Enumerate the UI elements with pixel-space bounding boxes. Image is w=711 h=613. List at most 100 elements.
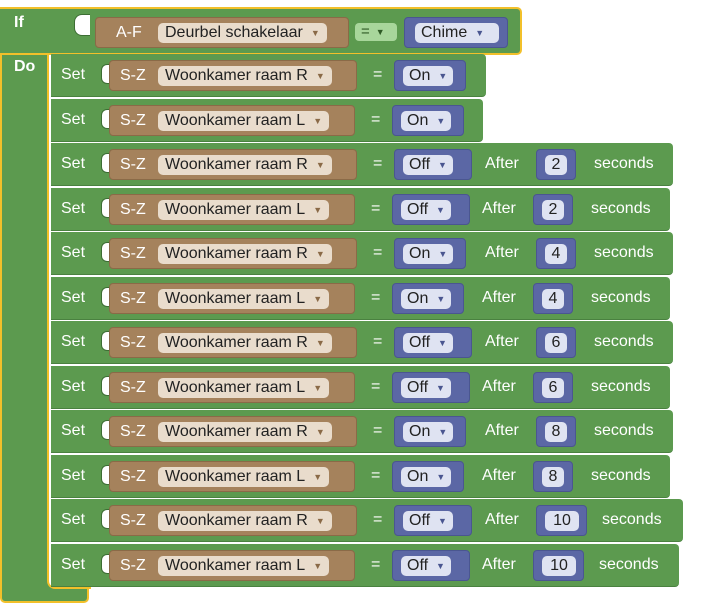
device-dropdown[interactable]: Woonkamer raam L ▼ xyxy=(158,378,330,398)
state-block[interactable]: On ▼ xyxy=(394,416,466,447)
device-dropdown[interactable]: Woonkamer raam R ▼ xyxy=(158,244,332,264)
set-block[interactable]: Set S-Z Woonkamer raam L ▼ = Off ▼ After 1… xyxy=(51,544,679,587)
device-block[interactable]: S-Z Woonkamer raam R ▼ xyxy=(109,416,357,447)
state-dropdown[interactable]: On ▼ xyxy=(401,467,452,487)
device-block[interactable]: S-Z Woonkamer raam L ▼ xyxy=(109,550,355,581)
set-block[interactable]: Set S-Z Woonkamer raam L ▼ = On ▼ After 4 … xyxy=(51,277,670,320)
state-block[interactable]: Off ▼ xyxy=(392,372,470,403)
state-block[interactable]: Off ▼ xyxy=(392,550,470,581)
state-block[interactable]: Off ▼ xyxy=(394,505,472,536)
set-block[interactable]: Set S-Z Woonkamer raam R ▼ = On ▼ xyxy=(51,54,486,97)
device-dropdown[interactable]: Woonkamer raam R ▼ xyxy=(158,422,332,442)
device-dropdown[interactable]: Woonkamer raam R ▼ xyxy=(158,511,332,531)
chevron-down-icon: ▼ xyxy=(438,160,447,170)
state-value: Off xyxy=(409,334,431,352)
after-keyword: After xyxy=(485,333,519,350)
delay-block[interactable]: 4 xyxy=(536,238,576,269)
set-block[interactable]: Set S-Z Woonkamer raam R ▼ = Off ▼ After 2… xyxy=(51,143,673,186)
device-dropdown[interactable]: Woonkamer raam L ▼ xyxy=(158,200,330,220)
device-dropdown[interactable]: Woonkamer raam R ▼ xyxy=(158,333,332,353)
set-block[interactable]: Set S-Z Woonkamer raam R ▼ = Off ▼ After 6… xyxy=(51,321,673,364)
device-dropdown[interactable]: Woonkamer raam L ▼ xyxy=(158,467,330,487)
set-block[interactable]: Set S-Z Woonkamer raam L ▼ = On ▼ xyxy=(51,99,483,142)
delay-input[interactable]: 4 xyxy=(545,244,567,264)
chevron-down-icon: ▼ xyxy=(315,427,325,437)
delay-input[interactable]: 6 xyxy=(545,333,567,353)
state-block[interactable]: Off ▼ xyxy=(394,327,472,358)
delay-input[interactable]: 2 xyxy=(542,200,564,220)
delay-block[interactable]: 10 xyxy=(533,550,584,581)
state-dropdown[interactable]: On ▼ xyxy=(403,422,454,442)
device-dropdown[interactable]: Woonkamer raam L ▼ xyxy=(158,111,330,131)
state-dropdown[interactable]: On ▼ xyxy=(403,244,454,264)
device-block[interactable]: S-Z Woonkamer raam L ▼ xyxy=(109,194,355,225)
set-block[interactable]: Set S-Z Woonkamer raam L ▼ = Off ▼ After 2… xyxy=(51,188,670,231)
delay-input[interactable]: 10 xyxy=(542,556,576,576)
delay-block[interactable]: 2 xyxy=(536,149,576,180)
delay-input[interactable]: 10 xyxy=(545,511,579,531)
device-name: Woonkamer raam R xyxy=(165,67,308,85)
device-name: Woonkamer raam L xyxy=(165,112,306,130)
state-dropdown[interactable]: Off ▼ xyxy=(403,511,453,531)
state-dropdown[interactable]: On ▼ xyxy=(401,111,452,131)
set-block[interactable]: Set S-Z Woonkamer raam L ▼ = On ▼ After 8 … xyxy=(51,455,670,498)
state-block[interactable]: On ▼ xyxy=(392,105,464,136)
delay-block[interactable]: 4 xyxy=(533,283,573,314)
state-dropdown[interactable]: Off ▼ xyxy=(403,333,453,353)
set-block[interactable]: Set S-Z Woonkamer raam L ▼ = Off ▼ After 6… xyxy=(51,366,670,409)
state-block[interactable]: On ▼ xyxy=(394,238,466,269)
device-block[interactable]: S-Z Woonkamer raam R ▼ xyxy=(109,505,357,536)
condition-value: Chime xyxy=(421,24,468,42)
device-socket xyxy=(101,331,109,351)
state-block[interactable]: On ▼ xyxy=(392,283,464,314)
device-block[interactable]: S-Z Woonkamer raam R ▼ xyxy=(109,60,357,91)
state-dropdown[interactable]: Off ▼ xyxy=(401,200,451,220)
delay-input[interactable]: 8 xyxy=(545,422,567,442)
device-type: S-Z xyxy=(120,557,146,574)
device-block[interactable]: S-Z Woonkamer raam L ▼ xyxy=(109,461,355,492)
set-block[interactable]: Set S-Z Woonkamer raam R ▼ = On ▼ After 4 … xyxy=(51,232,673,275)
chevron-down-icon: ▼ xyxy=(438,516,447,526)
condition-device-dropdown[interactable]: Deurbel schakelaar ▼ xyxy=(158,23,327,43)
device-block[interactable]: S-Z Woonkamer raam R ▼ xyxy=(109,327,357,358)
delay-block[interactable]: 8 xyxy=(536,416,576,447)
delay-block[interactable]: 8 xyxy=(533,461,573,492)
delay-block[interactable]: 10 xyxy=(536,505,587,536)
set-block[interactable]: Set S-Z Woonkamer raam R ▼ = Off ▼ After 1… xyxy=(51,499,683,542)
state-dropdown[interactable]: On ▼ xyxy=(403,66,454,86)
state-dropdown[interactable]: Off ▼ xyxy=(401,378,451,398)
state-block[interactable]: On ▼ xyxy=(394,60,466,91)
state-dropdown[interactable]: Off ▼ xyxy=(401,556,451,576)
condition-operator-dropdown[interactable]: = ▼ xyxy=(355,23,397,41)
device-dropdown[interactable]: Woonkamer raam L ▼ xyxy=(158,556,330,576)
device-name: Woonkamer raam R xyxy=(165,245,308,263)
chevron-down-icon: ▼ xyxy=(436,472,446,482)
device-dropdown[interactable]: Woonkamer raam R ▼ xyxy=(158,66,332,86)
device-block[interactable]: S-Z Woonkamer raam L ▼ xyxy=(109,372,355,403)
delay-block[interactable]: 2 xyxy=(533,194,573,225)
state-block[interactable]: On ▼ xyxy=(392,461,464,492)
delay-block[interactable]: 6 xyxy=(533,372,573,403)
device-type: S-Z xyxy=(120,112,146,129)
state-dropdown[interactable]: On ▼ xyxy=(401,289,452,309)
condition-value-block[interactable]: Chime ▼ xyxy=(404,17,508,48)
delay-block[interactable]: 6 xyxy=(536,327,576,358)
device-block[interactable]: S-Z Woonkamer raam R ▼ xyxy=(109,238,357,269)
device-type: S-Z xyxy=(120,67,146,84)
condition-device-block[interactable]: A-F Deurbel schakelaar ▼ xyxy=(95,17,349,48)
delay-input[interactable]: 4 xyxy=(542,289,564,309)
delay-input[interactable]: 2 xyxy=(545,155,567,175)
condition-value-dropdown[interactable]: Chime ▼ xyxy=(415,23,499,43)
device-dropdown[interactable]: Woonkamer raam R ▼ xyxy=(158,155,332,175)
delay-input[interactable]: 8 xyxy=(542,467,564,487)
device-block[interactable]: S-Z Woonkamer raam L ▼ xyxy=(109,283,355,314)
state-block[interactable]: Off ▼ xyxy=(392,194,470,225)
device-block[interactable]: S-Z Woonkamer raam L ▼ xyxy=(109,105,355,136)
state-dropdown[interactable]: Off ▼ xyxy=(403,155,453,175)
state-block[interactable]: Off ▼ xyxy=(394,149,472,180)
delay-input[interactable]: 6 xyxy=(542,378,564,398)
device-dropdown[interactable]: Woonkamer raam L ▼ xyxy=(158,289,330,309)
set-keyword: Set xyxy=(61,155,86,172)
set-block[interactable]: Set S-Z Woonkamer raam R ▼ = On ▼ After 8 … xyxy=(51,410,673,453)
device-block[interactable]: S-Z Woonkamer raam R ▼ xyxy=(109,149,357,180)
